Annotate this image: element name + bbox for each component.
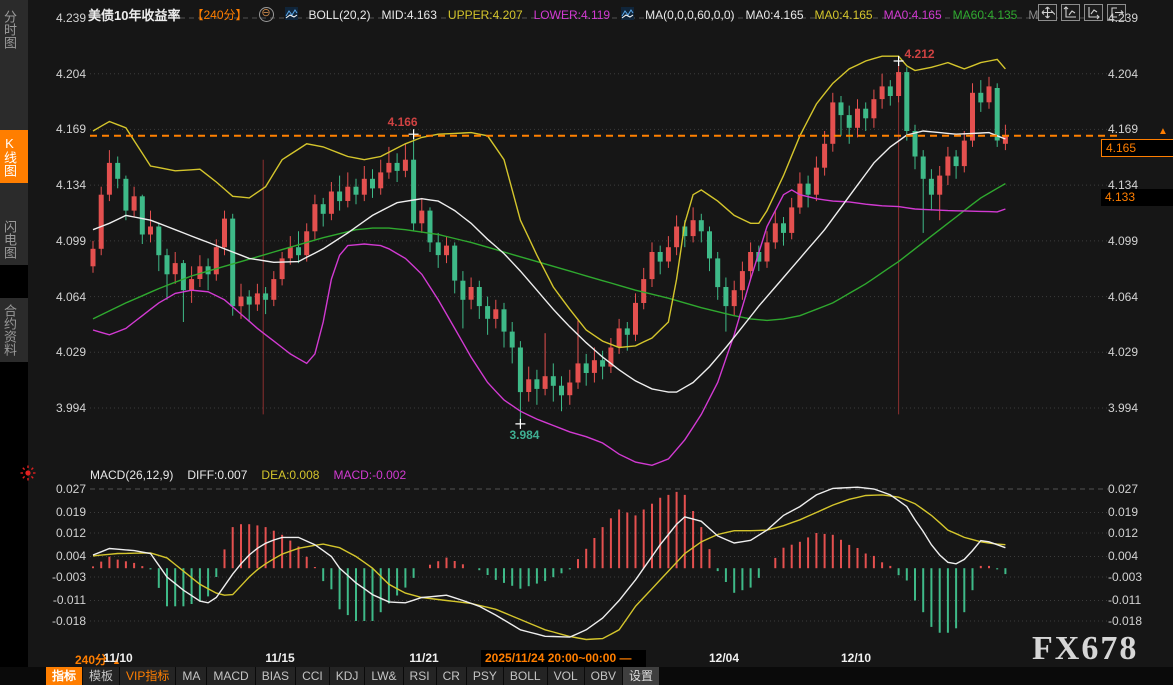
- axis-tick: -0.011: [30, 593, 86, 607]
- ma-suffix: M: [1028, 8, 1038, 22]
- axis-tick: 0.004: [1108, 549, 1170, 563]
- toolbar-item-PSY[interactable]: PSY: [467, 667, 504, 685]
- annotation-local-high: 4.166: [388, 115, 418, 129]
- axis-tick: 0.004: [30, 549, 86, 563]
- x-axis-date: 11/21: [389, 651, 459, 665]
- toolbar-item-模板[interactable]: 模板: [83, 667, 120, 685]
- axis-tick: 4.029: [30, 345, 86, 359]
- price-up-arrow-icon: ▲: [1158, 126, 1168, 137]
- toolbar-item-MA[interactable]: MA: [176, 667, 207, 685]
- axis-tick: 4.099: [30, 234, 86, 248]
- axis-tick: 0.012: [1108, 526, 1170, 540]
- sidebar-tab-2[interactable]: K线图: [0, 130, 28, 183]
- x-axis: 240分▲ 2025/11/24 20:00~00:00 — 11/1011/1…: [0, 650, 1173, 667]
- toolbar-item-OBV[interactable]: OBV: [585, 667, 623, 685]
- axis-tick: 4.029: [1108, 345, 1170, 359]
- crosshair-mark: [409, 129, 419, 139]
- toolbar-row: 指标模板VIP指标MAMACDBIASCCIKDJLW&RSICRPSYBOLL…: [0, 667, 1173, 685]
- toolbar-item-LW&[interactable]: LW&: [365, 667, 403, 685]
- axis-tick: 4.204: [1108, 67, 1170, 81]
- axis-tick: 0.012: [30, 526, 86, 540]
- axis-tick: 4.099: [1108, 234, 1170, 248]
- chart-canvas[interactable]: [0, 0, 1173, 685]
- ma-name: MA(0,0,0,60,0,0): [645, 8, 734, 22]
- macd-value: MACD:-0.002: [333, 468, 406, 482]
- toolbar-item-RSI[interactable]: RSI: [404, 667, 437, 685]
- boll-lower-line: [93, 190, 1005, 465]
- x-axis-date: 12/04: [689, 651, 759, 665]
- crosshair-date-box: 2025/11/24 20:00~00:00 —: [481, 650, 646, 667]
- axis-tick: 0.019: [1108, 505, 1170, 519]
- sidebar-tab-4[interactable]: 合约资料: [0, 298, 28, 362]
- indicator-toolbar: 指标模板VIP指标MAMACDBIASCCIKDJLW&RSICRPSYBOLL…: [46, 667, 660, 685]
- boll-name: BOLL(20,2): [309, 8, 371, 22]
- macd-histogram: [93, 492, 1005, 633]
- axis-tick: -0.003: [30, 570, 86, 584]
- boll-mid-value: MID:4.163: [382, 8, 437, 22]
- sidebar-tab-3[interactable]: 闪电图: [0, 214, 28, 265]
- x-axis-date: 12/10: [821, 651, 891, 665]
- axis-tick: 4.204: [30, 67, 86, 81]
- boll-lower-value: LOWER:4.119: [534, 8, 610, 22]
- axis-tick: 0.027: [30, 482, 86, 496]
- axis-tick: 0.019: [30, 505, 86, 519]
- ma0-value-2: MA0:4.165: [815, 8, 873, 22]
- axis-tick: -0.011: [1108, 593, 1170, 607]
- toolbar-item-设置[interactable]: 设置: [623, 667, 660, 685]
- axis-tick: 4.064: [1108, 290, 1170, 304]
- sidebar: 分时图 K线图闪电图合约资料: [0, 0, 28, 685]
- axis-tick: -0.018: [30, 614, 86, 628]
- macd-diff-line: [93, 487, 1005, 637]
- macd-dea-line: [93, 495, 1005, 640]
- toolbar-item-BIAS[interactable]: BIAS: [256, 667, 296, 685]
- last-price-badge: 4.165: [1101, 139, 1173, 157]
- axis-tick: -0.018: [1108, 614, 1170, 628]
- boll-mid-line: [93, 131, 1005, 392]
- macd-header: MACD(26,12,9) DIFF:0.007 DEA:0.008 MACD:…: [90, 468, 406, 482]
- ma-indicator-icon: [621, 7, 634, 23]
- toolbar-item-CR[interactable]: CR: [437, 667, 467, 685]
- ma0-value-3: MA0:4.165: [884, 8, 942, 22]
- macd-diff-value: DIFF:0.007: [187, 468, 247, 482]
- ma-price-badge: 4.133: [1101, 189, 1173, 206]
- ma0-value-1: MA0:4.165: [746, 8, 804, 22]
- axis-tick: 0.027: [1108, 482, 1170, 496]
- collapse-icon[interactable]: ⊖: [259, 7, 274, 22]
- candles: [91, 61, 1008, 424]
- axis-tick: 4.239: [30, 11, 86, 25]
- axis-tick: 3.994: [30, 401, 86, 415]
- trading-app: 分时图 K线图闪电图合约资料 美债10年收益率 【240分】 ⊖ BOLL(20,…: [0, 0, 1173, 685]
- axis-tick: -0.003: [1108, 570, 1170, 584]
- axis-tick: 4.169: [30, 122, 86, 136]
- toolbar-item-KDJ[interactable]: KDJ: [330, 667, 366, 685]
- boll-upper-value: UPPER:4.207: [448, 8, 523, 22]
- toolbar-item-MACD[interactable]: MACD: [207, 667, 255, 685]
- toolbar-item-BOLL[interactable]: BOLL: [504, 667, 548, 685]
- axis-tick: 4.064: [30, 290, 86, 304]
- indicator-header: 美债10年收益率 【240分】 ⊖ BOLL(20,2) MID:4.163 U…: [88, 5, 1038, 24]
- pan-icon[interactable]: [1038, 4, 1057, 21]
- toolbar-item-VOL[interactable]: VOL: [548, 667, 585, 685]
- crosshair-mark: [894, 56, 904, 66]
- auto-scale-y-icon[interactable]: [1061, 4, 1080, 21]
- instrument-title: 美债10年收益率: [88, 5, 180, 24]
- toolbar-item-CCI[interactable]: CCI: [296, 667, 330, 685]
- annotation-low: 3.984: [509, 428, 539, 442]
- x-axis-date: 11/15: [245, 651, 315, 665]
- x-axis-date: 11/10: [83, 651, 153, 665]
- boll-indicator-icon: [285, 7, 298, 23]
- toolbar-item-VIP指标[interactable]: VIP指标: [120, 667, 176, 685]
- macd-name: MACD(26,12,9): [90, 468, 173, 482]
- sidebar-tab-1[interactable]: 分时图: [0, 4, 28, 55]
- auto-scale-x-icon[interactable]: [1084, 4, 1103, 21]
- axis-tick: 3.994: [1108, 401, 1170, 415]
- ma60-value: MA60:4.135: [953, 8, 1018, 22]
- period-label[interactable]: 【240分】: [191, 6, 247, 23]
- annotation-peak-high: 4.212: [905, 47, 935, 61]
- axis-tick: 4.134: [30, 178, 86, 192]
- axis-tick: 4.239: [1108, 11, 1170, 25]
- toolbar-item-指标[interactable]: 指标: [46, 667, 83, 685]
- macd-dea-value: DEA:0.008: [261, 468, 319, 482]
